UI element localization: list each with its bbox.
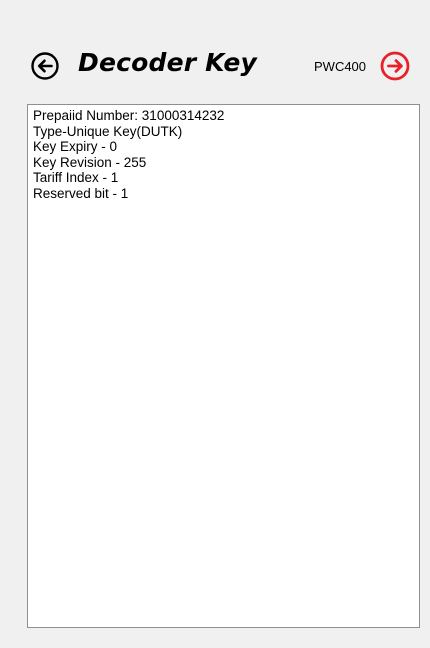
reserved-bit-line: Reserved bit - 1 [33,185,129,201]
arrow-left-circle-icon [31,52,59,80]
tariff-index-line: Tariff Index - 1 [33,170,119,185]
decoder-details-textbox[interactable]: Prepaiid Number: 31000314232 Type-Unique… [27,104,420,628]
arrow-right-circle-icon [380,51,410,81]
back-button[interactable] [30,51,60,81]
key-type-line: Type-Unique Key(DUTK) [33,123,183,139]
key-expiry-line: Key Expiry - 0 [33,139,118,154]
prepaid-number-line: Prepaiid Number: 31000314232 [33,108,225,123]
device-code-label: PWC400 [314,59,367,74]
decoder-key-screen: Decoder Key PWC400 Prepaiid Number: 3100… [0,0,430,648]
header-bar: Decoder Key PWC400 [0,44,430,88]
next-button[interactable] [379,50,411,82]
key-revision-line: Key Revision - 255 [33,154,147,170]
page-title: Decoder Key [78,48,258,77]
